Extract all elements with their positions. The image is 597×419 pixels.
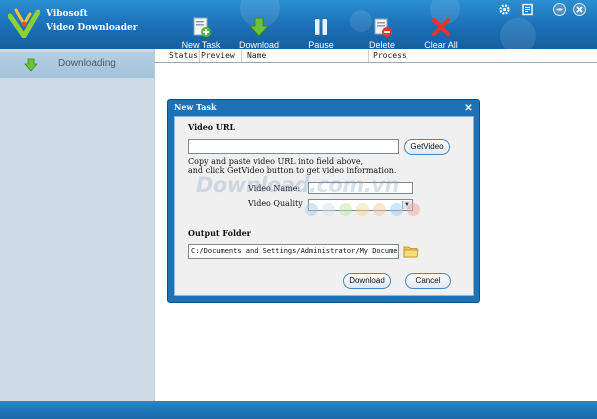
watermark-dot bbox=[390, 203, 403, 216]
new-task-button[interactable]: New Task bbox=[173, 16, 229, 49]
pause-button[interactable]: Pause bbox=[293, 16, 349, 49]
sidebar-item-label: Downloading bbox=[58, 58, 116, 69]
download-arrow-icon bbox=[248, 17, 270, 37]
output-folder-label: Output Folder bbox=[188, 228, 251, 238]
dialog-close-button[interactable]: ✕ bbox=[463, 103, 474, 114]
brand-line-1: Vibosoft bbox=[46, 9, 88, 19]
dialog-title: New Task bbox=[174, 102, 217, 112]
download-label: Download bbox=[238, 40, 280, 49]
column-process[interactable]: Process bbox=[373, 51, 407, 60]
folder-icon[interactable] bbox=[403, 245, 419, 258]
video-url-input[interactable] bbox=[188, 139, 399, 154]
close-icon[interactable] bbox=[573, 3, 586, 16]
new-task-icon bbox=[193, 17, 211, 37]
clear-all-button[interactable]: Clear All bbox=[413, 16, 469, 49]
delete-icon bbox=[374, 18, 392, 37]
output-folder-input[interactable]: C:/Documents and Settings/Administrator/… bbox=[188, 244, 399, 259]
column-divider bbox=[241, 50, 242, 62]
app-brand: Vibosoft Video Downloader bbox=[46, 7, 138, 35]
header-decoration bbox=[500, 18, 536, 49]
column-name[interactable]: Name bbox=[247, 51, 266, 60]
column-preview[interactable]: Preview bbox=[201, 51, 235, 60]
status-bar bbox=[0, 401, 597, 419]
getvideo-button[interactable]: GetVideo bbox=[404, 139, 450, 155]
column-status[interactable]: Status bbox=[169, 51, 198, 60]
pause-icon bbox=[315, 19, 327, 35]
app-logo-icon bbox=[8, 8, 40, 38]
new-task-label: New Task bbox=[181, 40, 221, 49]
pause-label: Pause bbox=[308, 40, 334, 49]
clear-all-label: Clear All bbox=[424, 40, 458, 49]
watermark-dot bbox=[407, 203, 420, 216]
watermark-dot bbox=[356, 203, 369, 216]
delete-button[interactable]: Delete bbox=[354, 16, 410, 49]
download-button[interactable]: Download bbox=[343, 273, 391, 289]
cancel-button[interactable]: Cancel bbox=[405, 273, 451, 289]
download-button[interactable]: Download bbox=[231, 16, 287, 49]
new-task-dialog: New Task ✕ Video URL GetVideo Copy and p… bbox=[167, 99, 480, 303]
brand-line-2: Video Downloader bbox=[46, 23, 138, 33]
gear-icon[interactable] bbox=[498, 3, 511, 16]
watermark-dot bbox=[305, 203, 318, 216]
minimize-icon[interactable] bbox=[553, 3, 566, 16]
watermark-dot bbox=[339, 203, 352, 216]
column-divider bbox=[199, 50, 200, 62]
watermark-dot bbox=[373, 203, 386, 216]
title-bar: Vibosoft Video Downloader New Task Downl… bbox=[0, 0, 597, 49]
clear-x-icon bbox=[432, 18, 450, 36]
video-quality-label: Video Quality bbox=[248, 199, 303, 208]
watermark-dot bbox=[322, 203, 335, 216]
delete-label: Delete bbox=[368, 40, 395, 49]
skin-icon[interactable] bbox=[521, 3, 534, 16]
column-divider bbox=[368, 50, 369, 62]
watermark-logo: Download.com.vn bbox=[196, 173, 399, 197]
watermark-dots bbox=[305, 203, 424, 219]
download-list-header: Status Preview Name Process bbox=[155, 49, 597, 63]
sidebar-item-downloading[interactable]: Downloading bbox=[0, 52, 154, 78]
hint-line-1: Copy and paste video URL into field abov… bbox=[188, 157, 364, 166]
sidebar: Downloading bbox=[0, 49, 155, 401]
video-url-label: Video URL bbox=[188, 122, 236, 132]
download-arrow-icon bbox=[24, 58, 38, 72]
